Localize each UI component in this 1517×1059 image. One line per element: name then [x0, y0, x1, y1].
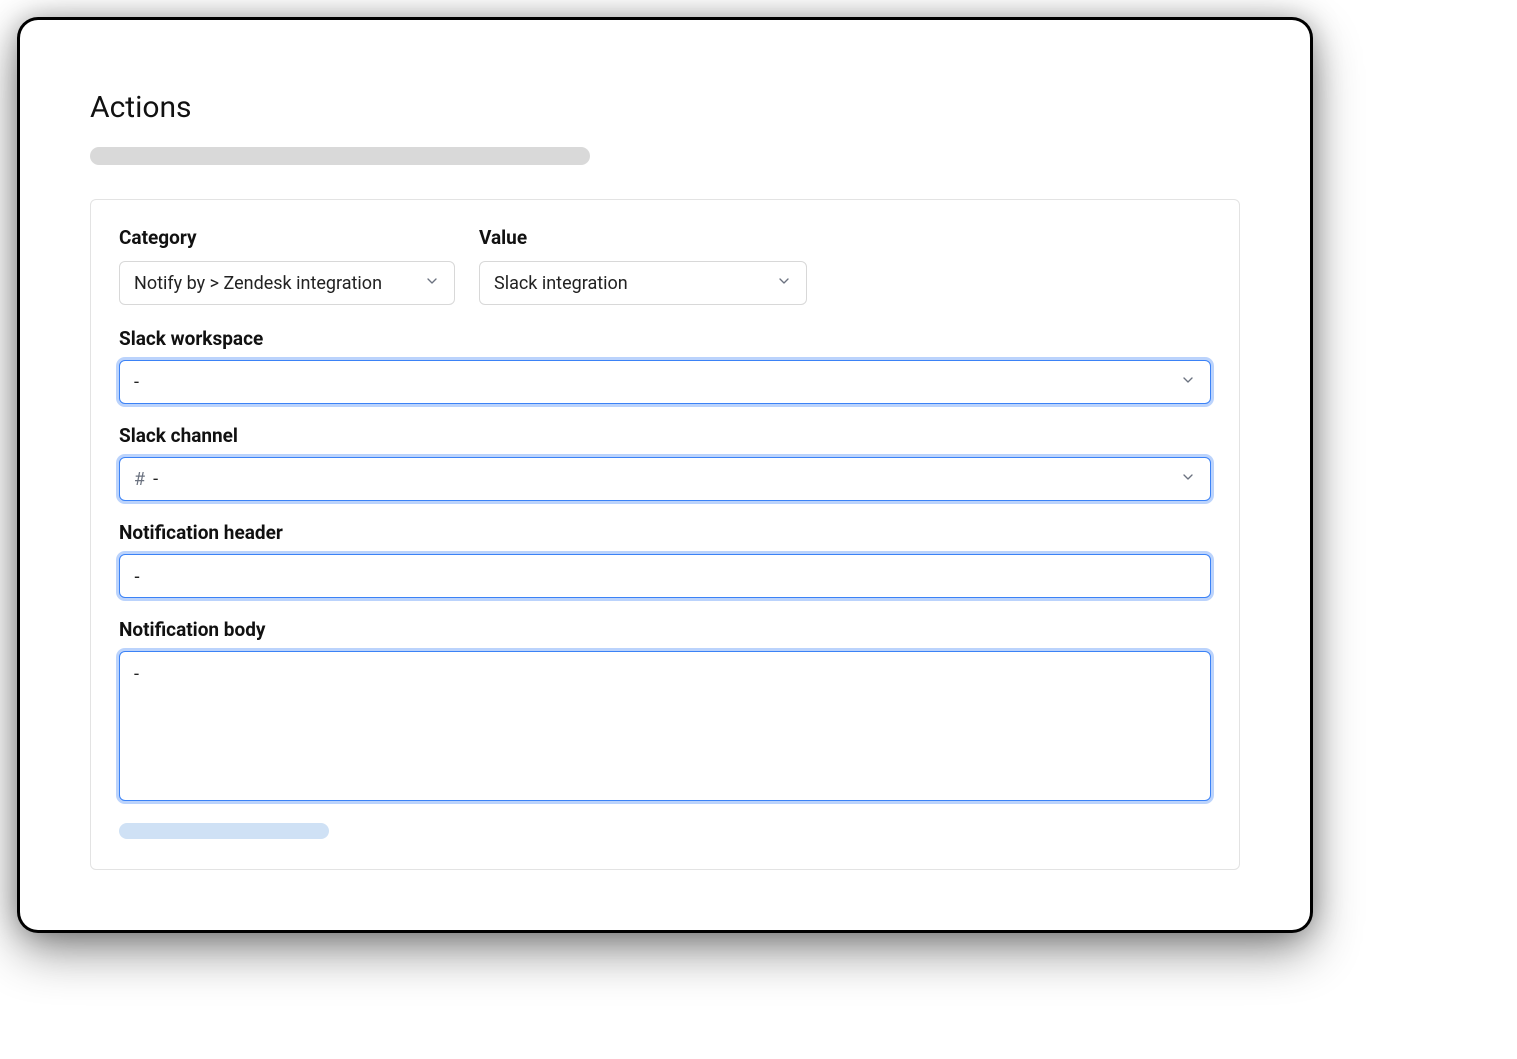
actions-panel: Actions Category Notify by > Zendesk int… — [20, 20, 1310, 930]
value-select[interactable]: Slack integration — [479, 261, 807, 305]
action-card: Category Notify by > Zendesk integration… — [90, 199, 1240, 870]
category-label: Category — [119, 226, 455, 249]
notification-body-textarea[interactable] — [119, 651, 1211, 801]
category-select-value: Notify by > Zendesk integration — [134, 273, 424, 294]
chevron-down-icon — [424, 273, 440, 294]
page-title: Actions — [90, 90, 1240, 125]
slack-workspace-value: - — [134, 372, 1180, 393]
hash-icon: # — [134, 469, 145, 490]
notification-header-field: Notification header — [119, 521, 1211, 598]
description-placeholder — [90, 147, 590, 165]
category-field: Category Notify by > Zendesk integration — [119, 226, 455, 305]
chevron-down-icon — [776, 273, 792, 294]
notification-header-input[interactable] — [119, 554, 1211, 598]
notification-header-label: Notification header — [119, 521, 1211, 544]
slack-workspace-select[interactable]: - — [119, 360, 1211, 404]
chevron-down-icon — [1180, 469, 1196, 490]
value-select-value: Slack integration — [494, 273, 776, 294]
notification-body-field: Notification body — [119, 618, 1211, 805]
chevron-down-icon — [1180, 372, 1196, 393]
slack-channel-select[interactable]: # - — [119, 457, 1211, 501]
slack-workspace-field: Slack workspace - — [119, 327, 1211, 404]
notification-body-label: Notification body — [119, 618, 1211, 641]
footer-placeholder — [119, 823, 329, 839]
category-value-row: Category Notify by > Zendesk integration… — [119, 226, 1211, 305]
category-select[interactable]: Notify by > Zendesk integration — [119, 261, 455, 305]
value-label: Value — [479, 226, 807, 249]
slack-channel-value: - — [153, 469, 1180, 490]
slack-workspace-label: Slack workspace — [119, 327, 1211, 350]
slack-channel-label: Slack channel — [119, 424, 1211, 447]
slack-channel-field: Slack channel # - — [119, 424, 1211, 501]
value-field: Value Slack integration — [479, 226, 807, 305]
